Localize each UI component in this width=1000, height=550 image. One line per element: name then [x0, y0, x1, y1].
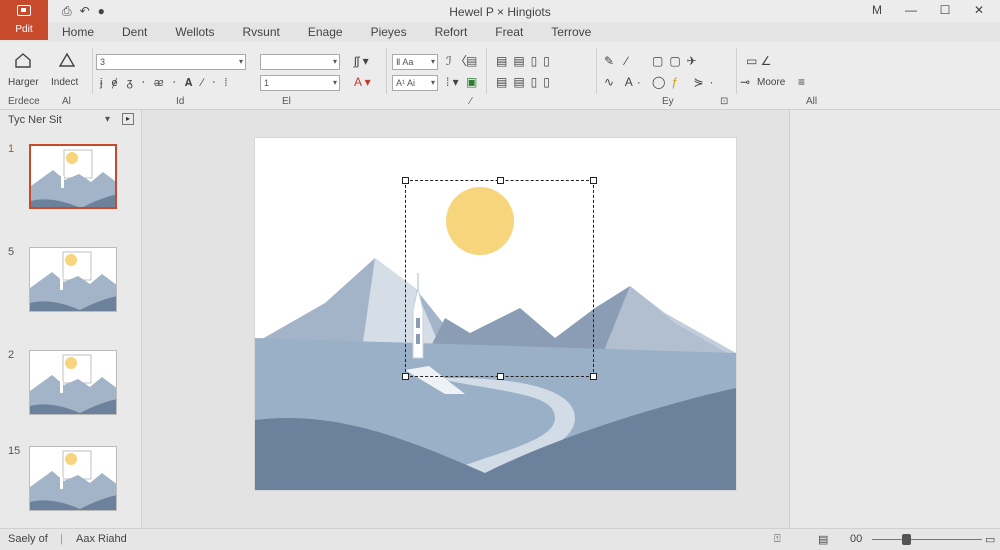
notes-icon[interactable]: ⍐ — [774, 533, 781, 546]
green-layout-icon[interactable]: ▣ — [466, 75, 477, 89]
status-bar: Saely of | Aax Riahd ⍐ ▤ 00 ▭ — [0, 528, 1000, 550]
align-icon[interactable]: ▤ — [466, 54, 477, 68]
indect-button[interactable]: Indect — [51, 77, 78, 88]
paragraph-icons-row1[interactable]: ▤▤▯▯ — [496, 54, 556, 68]
group-label-more: Ey — [662, 96, 674, 107]
panel-dropdown-icon[interactable]: ▾ — [105, 114, 110, 125]
selection-frame[interactable] — [402, 177, 597, 380]
font-name-value: 3 — [100, 57, 106, 67]
tab-wellots[interactable]: Wellots — [161, 22, 228, 42]
spacing-value: 1 — [264, 78, 270, 88]
triangle-shape-icon[interactable] — [58, 52, 76, 68]
view-normal-icon[interactable]: ▤ — [818, 533, 828, 546]
zoom-slider-knob[interactable] — [902, 534, 911, 545]
maximize-button[interactable]: ☐ — [936, 3, 954, 17]
group-label-paragraph: El — [282, 96, 291, 107]
group-label-clipboard: Erdece — [8, 96, 40, 107]
zoom-level[interactable]: 00 — [850, 533, 862, 545]
thumbnail-number: 1 — [8, 143, 15, 155]
tab-pieyes[interactable]: Pieyes — [357, 22, 421, 42]
thumbnail-illustration — [31, 149, 115, 207]
window-controls: M — ☐ ✕ — [868, 3, 988, 17]
slide-thumbnail[interactable] — [29, 350, 117, 415]
tab-rvsunt[interactable]: Rvsunt — [229, 22, 294, 42]
spacing-dropdown[interactable]: 1 ▾ — [260, 75, 340, 91]
resize-handle-top-left[interactable] — [402, 177, 409, 184]
columns-icon[interactable]: ⁞ ▾ — [446, 75, 459, 89]
resize-handle-bottom[interactable] — [497, 373, 504, 380]
slide-thumbnail[interactable] — [29, 446, 117, 511]
status-slide-info: Saely of — [8, 533, 48, 545]
thumbnail-illustration — [30, 450, 116, 510]
ribbon-separator — [486, 48, 487, 94]
thumbnail-number: 2 — [8, 349, 15, 361]
thumbnail-number: 15 — [8, 445, 21, 457]
notes-pane — [789, 110, 1000, 528]
tab-home[interactable]: Home — [48, 22, 108, 42]
resize-handle-top-right[interactable] — [590, 177, 597, 184]
minimize-button[interactable]: — — [902, 3, 920, 17]
italic-strike-icon[interactable]: ʃʃ ▾ — [354, 54, 369, 68]
ribbon-separator — [736, 48, 737, 94]
moore-button[interactable]: Moore — [757, 77, 785, 88]
ribbon-tabs: Home Dent Wellots Rvsunt Enage Pieyes Re… — [48, 22, 605, 42]
font-color-icon[interactable]: A ▾ — [354, 75, 371, 89]
ribbon-separator — [92, 48, 93, 94]
harger-button[interactable]: Harger — [8, 77, 39, 88]
text-style-value: Ⅱ Aa — [396, 57, 414, 67]
ribbon-group-labels: Erdece Al Id El ∕ Ey ⊡ All — [0, 96, 1000, 110]
window-title: Hewel P × Hingiots — [449, 5, 551, 19]
text-style-dropdown[interactable]: Ⅱ Aa ▾ — [392, 54, 438, 70]
group-label-a: Al — [62, 96, 71, 107]
screen-icon[interactable]: ▭ ∠ — [746, 54, 771, 68]
account-button[interactable]: M — [868, 3, 886, 17]
panel-expand-icon[interactable]: ▸ — [122, 113, 134, 125]
font-name-dropdown[interactable]: 3 ▾ — [96, 54, 246, 70]
zoom-slider-track[interactable] — [872, 539, 982, 540]
status-divider: | — [60, 533, 63, 545]
thumbnail-illustration — [30, 354, 116, 414]
text-style2-value: A¹ Ai — [396, 78, 416, 88]
status-accessibility[interactable]: Aax Riahd — [76, 533, 127, 545]
tab-refort[interactable]: Refort — [421, 22, 482, 42]
shape-icons-row2[interactable]: ◯ƒ ⋟· — [652, 75, 720, 89]
slide-thumbnail[interactable] — [29, 144, 117, 209]
thumbnail-illustration — [30, 251, 116, 311]
panel-title: Tyc Ner Sit — [8, 114, 62, 126]
list-icon[interactable]: ≡ — [798, 75, 805, 89]
font-format-icons[interactable]: ɉ ɇ ᵹ ⸱ ᴂ ⸱ 𝐀 ∕ ⸱ ⁞ — [100, 76, 230, 90]
paragraph-icons-row2[interactable]: ▤▤▯▯ — [496, 75, 556, 89]
ribbon-separator — [596, 48, 597, 94]
pen-icon[interactable]: ✎ ∕ — [604, 54, 631, 68]
group-label-expander[interactable]: ⊡ — [720, 96, 728, 107]
shape-icons-row1[interactable]: ▢▢✈ — [652, 54, 703, 68]
file-button-label: Pdit — [15, 24, 33, 35]
thumbnail-number: 5 — [8, 246, 15, 258]
text-style2-dropdown[interactable]: A¹ Ai ▾ — [392, 75, 438, 91]
home-shape-icon[interactable] — [14, 52, 32, 68]
resize-handle-top[interactable] — [497, 177, 504, 184]
wave-icon[interactable]: ∿ A· — [604, 75, 645, 89]
file-button[interactable]: Pdit — [0, 0, 48, 40]
tab-terrove[interactable]: Terrove — [537, 22, 605, 42]
app-logo-icon — [17, 5, 31, 16]
group-label-font: Id — [176, 96, 185, 107]
fit-slide-icon[interactable]: ▭ — [985, 533, 995, 546]
text-direction-icon[interactable]: ℐ 〈 — [446, 54, 467, 68]
resize-handle-bottom-left[interactable] — [402, 373, 409, 380]
resize-handle-bottom-right[interactable] — [590, 373, 597, 380]
group-label-mark: ∕ — [470, 96, 472, 107]
tab-freat[interactable]: Freat — [481, 22, 537, 42]
select-icon[interactable]: ⊸ — [740, 75, 750, 89]
ribbon-separator — [386, 48, 387, 94]
close-button[interactable]: ✕ — [970, 3, 988, 17]
title-bar: ⎙ ↶ ● Hewel P × Hingiots M — ☐ ✕ — [0, 0, 1000, 22]
group-label-end: All — [806, 96, 818, 107]
tab-enage[interactable]: Enage — [294, 22, 357, 42]
slide-thumbnail[interactable] — [29, 247, 117, 312]
tab-dent[interactable]: Dent — [108, 22, 161, 42]
font-size-dropdown[interactable]: ▾ — [260, 54, 340, 70]
